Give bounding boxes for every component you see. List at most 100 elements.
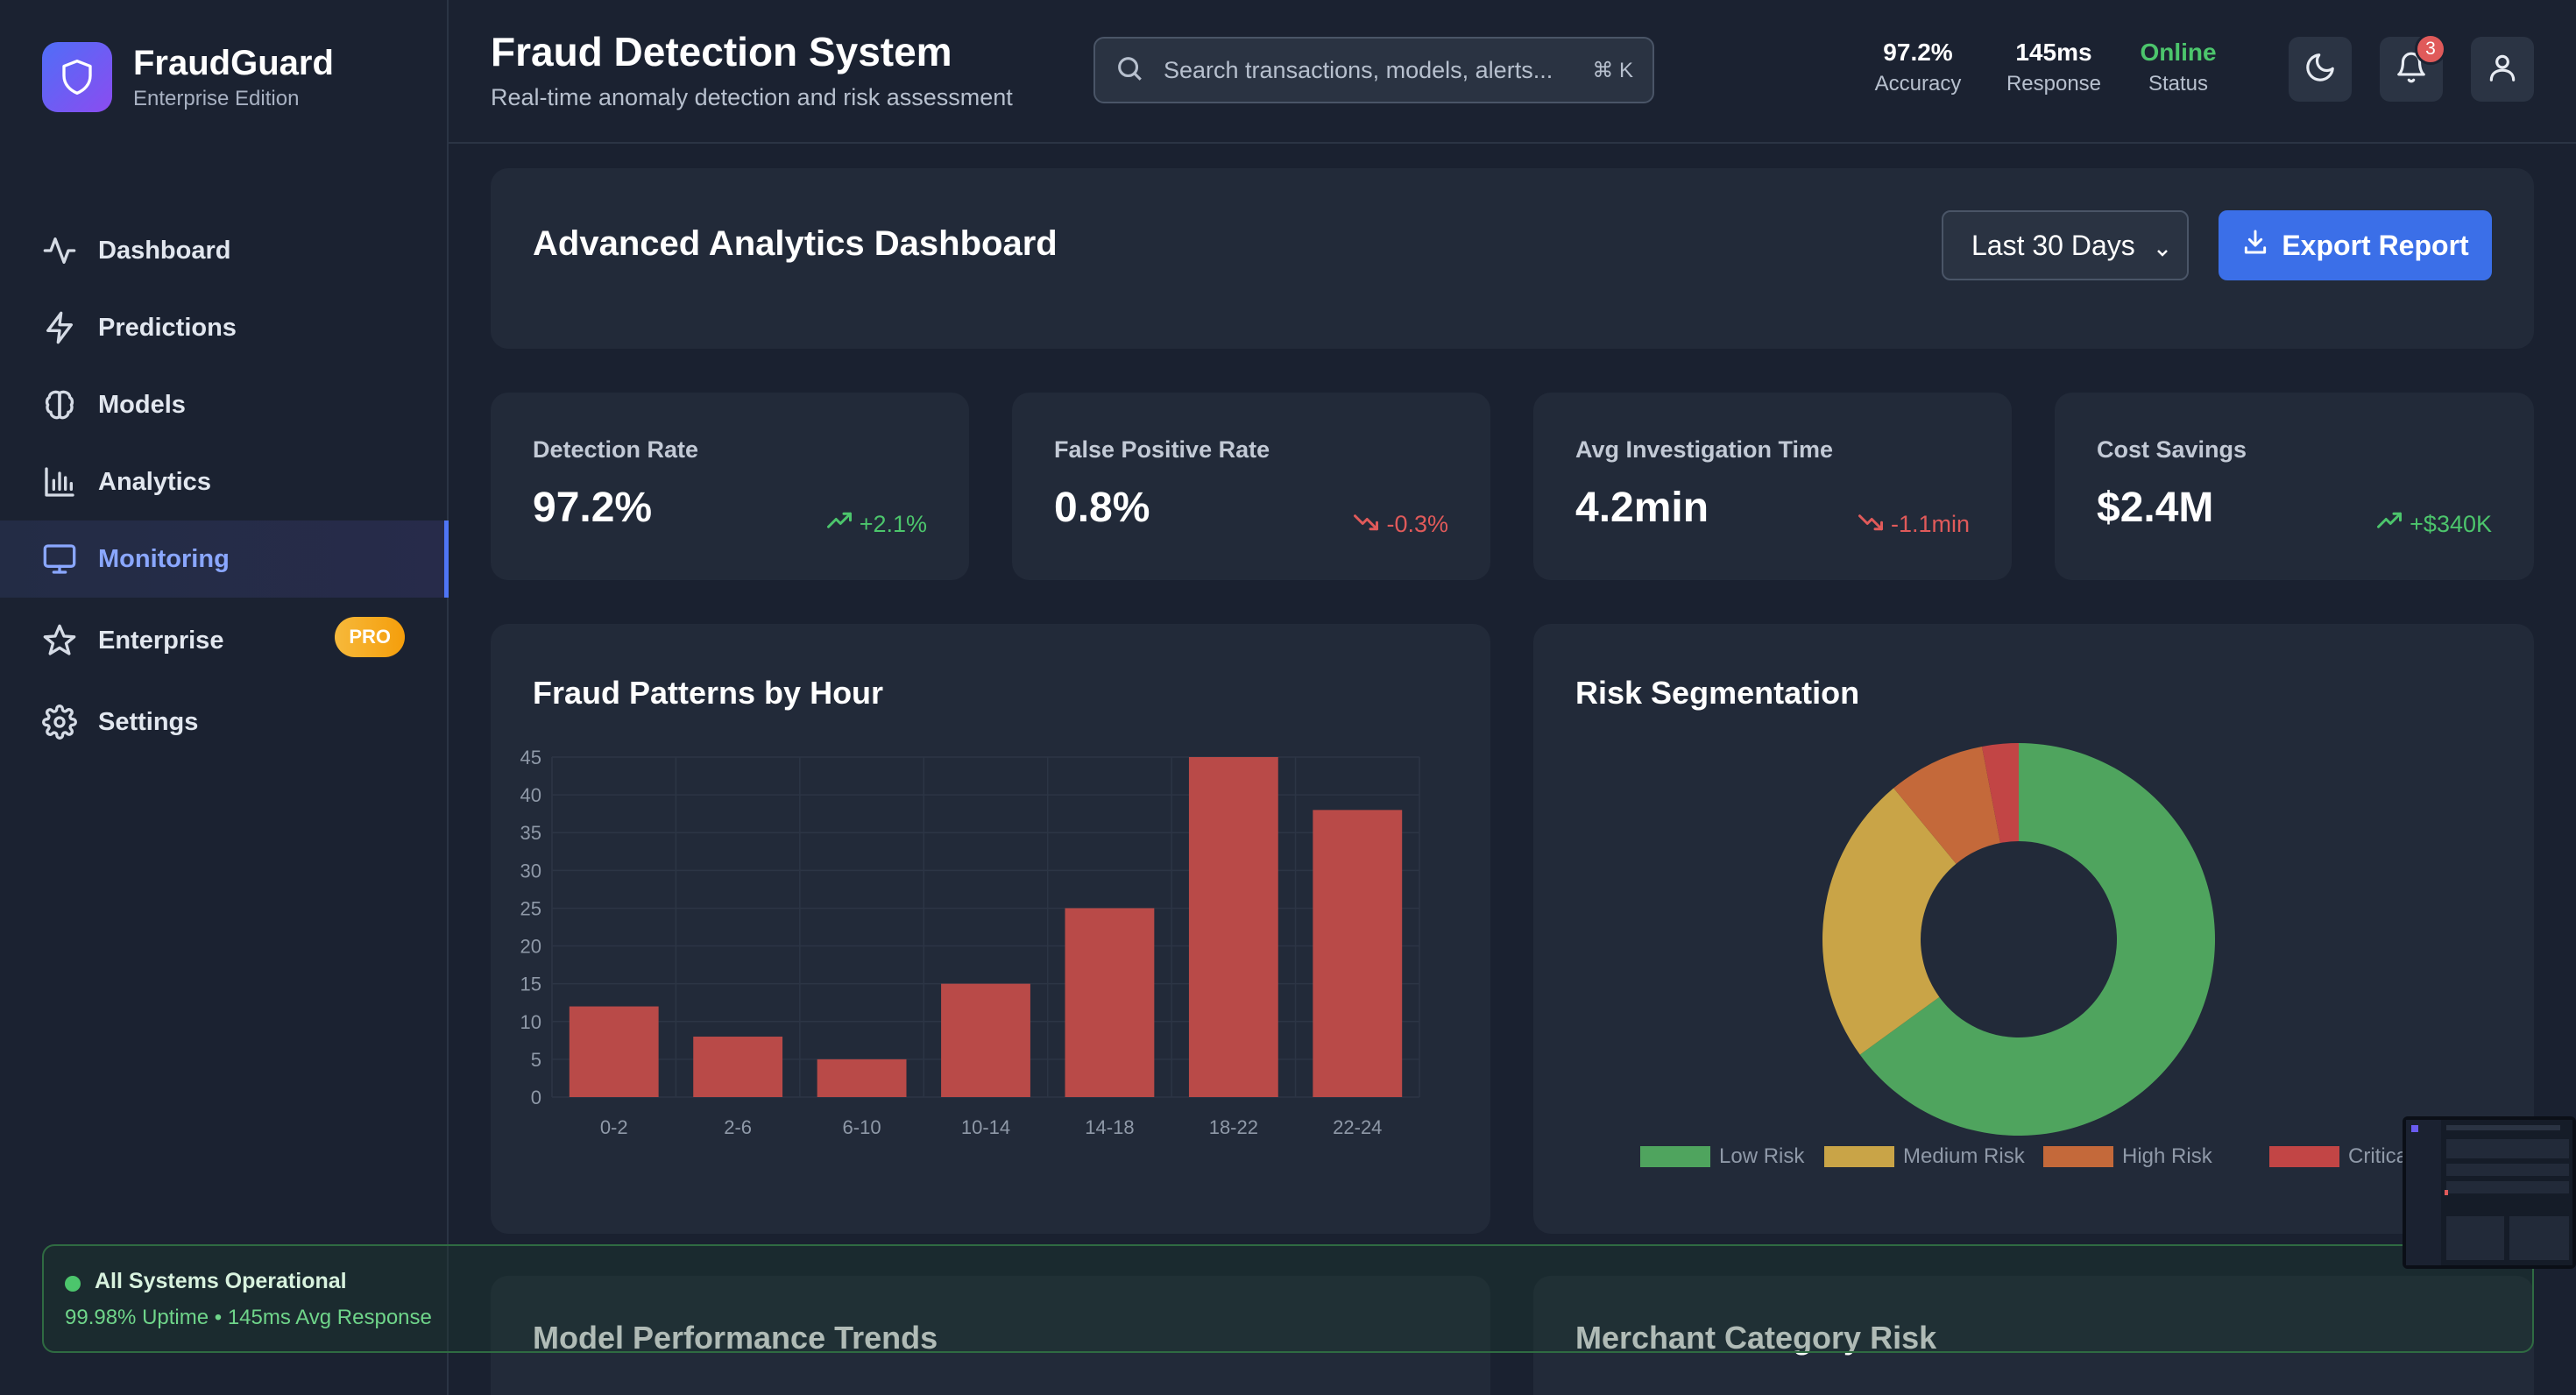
legend-swatch [2043, 1146, 2113, 1167]
screenshot-thumbnail[interactable] [2403, 1116, 2576, 1269]
status-dot [65, 1276, 81, 1292]
y-tick-label: 45 [520, 747, 541, 768]
search-input[interactable]: Search transactions, models, alerts... ⌘… [1093, 37, 1654, 103]
legend-swatch [1640, 1146, 1710, 1167]
x-tick-label: 10-14 [961, 1116, 1010, 1138]
sidebar-item-enterprise[interactable]: Enterprise PRO [0, 598, 449, 683]
y-tick-label: 35 [520, 822, 541, 844]
brand[interactable]: FraudGuard Enterprise Edition [42, 42, 334, 112]
legend-item[interactable]: Medium Risk [1824, 1144, 2025, 1169]
sidebar-item-monitoring[interactable]: Monitoring [0, 520, 449, 598]
notification-badge: 3 [2415, 33, 2446, 65]
kpi-label: Detection Rate [533, 436, 699, 463]
star-icon [42, 623, 77, 658]
zap-icon [42, 310, 77, 345]
legend-label: High Risk [2122, 1144, 2212, 1168]
sidebar-item-analytics[interactable]: Analytics [0, 443, 449, 520]
sidebar: FraudGuard Enterprise Edition Dashboard … [0, 0, 449, 1395]
kpi-card-avg-investigation-time: Avg Investigation Time 4.2min -1.1min [1533, 393, 2012, 580]
trending-up-icon [826, 508, 860, 541]
legend-label: Low Risk [1719, 1144, 1805, 1168]
chart-legend: Low RiskMedium RiskHigh RiskCritical Ris… [1533, 624, 2534, 1234]
export-report-label: Export Report [2282, 229, 2469, 261]
search-shortcut: ⌘ K [1592, 58, 1633, 82]
y-tick-label: 10 [520, 1011, 541, 1033]
user-menu-button[interactable] [2471, 37, 2534, 102]
dashboard-title: Advanced Analytics Dashboard [533, 224, 1058, 263]
pro-badge: PRO [335, 617, 405, 657]
y-tick-label: 30 [520, 860, 541, 882]
x-tick-label: 22-24 [1333, 1116, 1382, 1138]
y-tick-label: 5 [531, 1049, 541, 1071]
theme-toggle-button[interactable] [2289, 37, 2352, 102]
x-tick-label: 18-22 [1209, 1116, 1258, 1138]
shield-icon [42, 42, 112, 112]
sidebar-item-label: Models [98, 390, 186, 419]
thumbnail-preview [2406, 1120, 2572, 1265]
trending-down-icon [1858, 508, 1891, 541]
stat-label: Response [2006, 72, 2102, 96]
legend-swatch [1824, 1146, 1894, 1167]
sidebar-item-settings[interactable]: Settings [0, 683, 449, 761]
kpi-label: Cost Savings [2097, 436, 2247, 463]
sidebar-item-label: Settings [98, 707, 199, 736]
sidebar-nav: Dashboard Predictions Models Analytics M… [0, 212, 449, 761]
date-range-select[interactable]: Last 30 Days [1942, 210, 2189, 280]
legend-swatch [2269, 1146, 2339, 1167]
stat-value: 145ms [2015, 39, 2092, 66]
risk-segmentation-card: Risk Segmentation Low Risk Medium Risk Hig… [1533, 624, 2534, 1234]
sidebar-item-dashboard[interactable]: Dashboard [0, 212, 449, 289]
y-tick-label: 25 [520, 897, 541, 919]
sidebar-item-models[interactable]: Models [0, 366, 449, 443]
stat-label: Accuracy [1874, 72, 1962, 96]
kpi-change-value: -0.3% [1386, 511, 1448, 537]
top-header: Fraud Detection System Real-time anomaly… [449, 0, 2576, 144]
y-tick-label: 0 [531, 1087, 541, 1108]
gear-icon [42, 705, 77, 740]
kpi-change: +2.1% [826, 508, 927, 541]
notifications-button[interactable]: 3 [2380, 33, 2446, 102]
fraud-patterns-card: Fraud Patterns by Hour 0 5 10 15 20 25 30 35 40 4… [491, 624, 1490, 1234]
trending-up-icon [2376, 508, 2410, 541]
dashboard-header-card: Advanced Analytics Dashboard Last 30 Day… [491, 168, 2534, 349]
y-tick-label: 40 [520, 784, 541, 806]
x-tick-label: 2-6 [724, 1116, 752, 1138]
user-icon [2486, 51, 2519, 89]
trending-down-icon [1353, 508, 1386, 541]
sidebar-item-label: Monitoring [98, 544, 230, 573]
y-tick-label: 15 [520, 974, 541, 995]
status-title: All Systems Operational [95, 1269, 347, 1293]
search-placeholder: Search transactions, models, alerts... [1164, 56, 1553, 83]
kpi-change-value: +$340K [2410, 511, 2492, 537]
bar-0-2 [569, 1006, 659, 1097]
kpi-change: -0.3% [1353, 508, 1448, 541]
page-subtitle: Real-time anomaly detection and risk ass… [491, 84, 1013, 110]
page-title: Fraud Detection System [491, 29, 952, 74]
bar-18-22 [1188, 757, 1278, 1097]
legend-item[interactable]: Low Risk [1640, 1144, 1804, 1169]
legend-label: Medium Risk [1903, 1144, 2025, 1168]
x-tick-label: 0-2 [600, 1116, 628, 1138]
sidebar-item-label: Predictions [98, 313, 237, 342]
sidebar-item-predictions[interactable]: Predictions [0, 289, 449, 366]
kpi-card-false-positive-rate: False Positive Rate 0.8% -0.3% [1012, 393, 1490, 580]
kpi-change-value: -1.1min [1890, 511, 1970, 537]
kpi-change: +$340K [2376, 508, 2492, 541]
header-stat-response: 145ms Response [2001, 39, 2106, 96]
bar-2-6 [693, 1037, 783, 1097]
header-stat-accuracy: 97.2% Accuracy [1870, 39, 1966, 96]
monitor-icon [42, 542, 77, 577]
kpi-label: Avg Investigation Time [1575, 436, 1834, 463]
kpi-card-cost-savings: Cost Savings $2.4M +$340K [2055, 393, 2534, 580]
search-icon [1115, 53, 1144, 88]
export-report-button[interactable]: Export Report [2219, 210, 2492, 280]
brand-name: FraudGuard [133, 44, 334, 82]
legend-item[interactable]: High Risk [2043, 1144, 2212, 1169]
brain-icon [42, 387, 77, 422]
kpi-change-value: +2.1% [859, 511, 927, 537]
moon-icon [2304, 51, 2337, 89]
fraud-patterns-bar-chart: 0 5 10 15 20 25 30 35 40 45 0-2 2-6 6-10 10-14 14-18 18… [520, 747, 1420, 1138]
kpi-value: $2.4M [2097, 485, 2214, 531]
kpi-change: -1.1min [1858, 508, 1970, 541]
x-tick-label: 6-10 [843, 1116, 881, 1138]
